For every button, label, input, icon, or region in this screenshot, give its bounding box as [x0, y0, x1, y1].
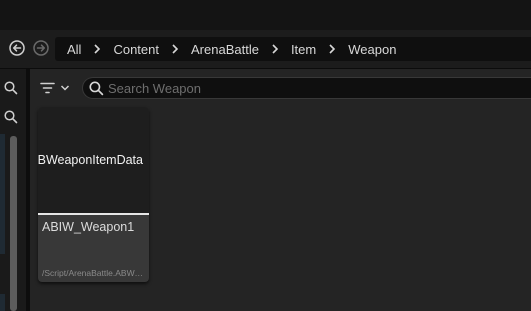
asset-tile[interactable]: ABWeaponItemData ABIW_Weapon1 /Script/Ar…: [38, 107, 149, 282]
circle-arrow-right-icon: [33, 40, 49, 56]
breadcrumb-item-all[interactable]: All: [55, 42, 81, 57]
breadcrumb: All Content ArenaBattle Item Weapon: [55, 37, 531, 61]
circle-arrow-left-icon: [9, 40, 25, 56]
chevron-right-icon[interactable]: [81, 44, 101, 54]
search-input[interactable]: [108, 80, 488, 96]
filter-icon: [40, 82, 55, 94]
breadcrumb-item-content[interactable]: Content: [101, 42, 159, 57]
asset-view: ABWeaponItemData ABIW_Weapon1 /Script/Ar…: [30, 69, 531, 311]
search-icon[interactable]: [0, 78, 22, 98]
sources-scrollbar[interactable]: [10, 136, 17, 311]
sources-panel: [0, 69, 26, 311]
search-icon[interactable]: [0, 107, 22, 127]
filter-button[interactable]: [40, 79, 74, 97]
top-strip: [0, 0, 531, 30]
chevron-right-icon[interactable]: [259, 44, 279, 54]
folder-tree-highlight[interactable]: [0, 294, 5, 311]
forward-button[interactable]: [33, 40, 49, 56]
chevron-right-icon[interactable]: [316, 44, 336, 54]
asset-thumbnail: ABWeaponItemData: [38, 107, 149, 213]
back-button[interactable]: [9, 40, 25, 56]
asset-type-bar: [38, 213, 149, 215]
breadcrumb-item-item[interactable]: Item: [279, 42, 316, 57]
path-bar: All Content ArenaBattle Item Weapon: [0, 30, 531, 69]
folder-tree-highlight[interactable]: [0, 134, 5, 254]
search-icon: [89, 80, 104, 96]
asset-path: /Script/ArenaBattle.ABWeaponItemData: [42, 268, 146, 278]
chevron-right-icon[interactable]: [159, 44, 179, 54]
breadcrumb-item-weapon[interactable]: Weapon: [336, 42, 396, 57]
search-field[interactable]: [82, 77, 531, 99]
chevron-down-icon: [60, 85, 70, 91]
thumbnail-label: ABWeaponItemData: [38, 153, 143, 167]
breadcrumb-item-arenabattle[interactable]: ArenaBattle: [179, 42, 259, 57]
asset-name: ABIW_Weapon1: [42, 220, 135, 234]
